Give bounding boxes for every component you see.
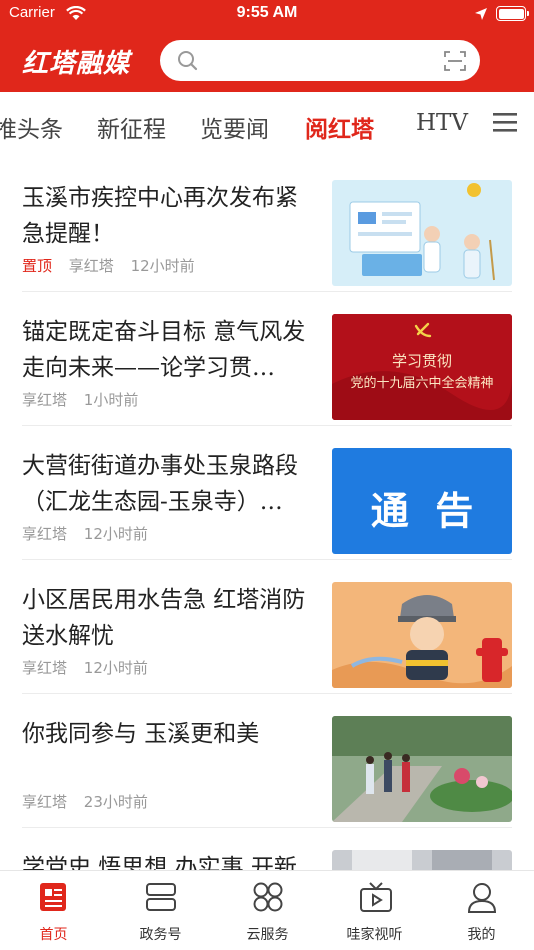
tab-news-overview[interactable]: 览要闻 xyxy=(200,110,269,144)
news-title[interactable]: 大营街街道办事处玉泉路段（汇龙生态园-玉泉寺）… xyxy=(22,448,318,520)
search-input[interactable] xyxy=(204,46,424,75)
news-thumbnail[interactable] xyxy=(332,716,512,822)
thumbnail-caption: 党的十九届六中全会精神 xyxy=(350,376,494,391)
notice-caption: 通 告 xyxy=(370,489,474,533)
tab-headlines[interactable]: 推头条 xyxy=(0,110,63,144)
status-bar: Carrier 9:55 AM xyxy=(0,0,534,28)
news-title[interactable]: 玉溪市疾控中心再次发布紧急提醒！ xyxy=(22,180,318,252)
nav-label: 云服务 xyxy=(246,927,289,943)
nav-label: 我的 xyxy=(467,927,496,943)
news-source: 享红塔 xyxy=(22,659,68,677)
nav-cloud-service[interactable]: 云服务 xyxy=(214,871,321,950)
tv-icon xyxy=(359,881,393,917)
tab-new-journey[interactable]: 新征程 xyxy=(97,110,166,144)
news-item[interactable]: 学党史 悟思想 办实事 开新 xyxy=(22,828,512,870)
menu-icon[interactable] xyxy=(493,112,517,136)
news-source: 享红塔 xyxy=(22,793,68,811)
news-source: 享红塔 xyxy=(22,391,68,409)
news-meta: 享红塔 12小时前 xyxy=(22,523,160,544)
news-title[interactable]: 锚定既定奋斗目标 意气风发走向未来——论学习贯… xyxy=(22,314,318,386)
news-item[interactable]: 锚定既定奋斗目标 意气风发走向未来——论学习贯… 享红塔 1小时前 学习贯彻 党… xyxy=(22,292,512,426)
news-item[interactable]: 小区居民用水告急 红塔消防送水解忧 享红塔 12小时前 xyxy=(22,560,512,694)
news-thumbnail[interactable]: 通 告 xyxy=(332,448,512,554)
app-logo[interactable]: 红塔融媒 xyxy=(22,43,130,80)
nav-label: 哇家视听 xyxy=(346,927,403,943)
battery-icon xyxy=(496,6,529,21)
nav-label: 政务号 xyxy=(139,927,182,943)
government-icon xyxy=(145,881,177,917)
news-time: 23小时前 xyxy=(83,793,148,811)
bottom-tab-bar: 首页 政务号 云服务 哇家视听 我的 xyxy=(0,870,534,950)
search-bar[interactable] xyxy=(160,40,480,81)
news-thumbnail[interactable] xyxy=(332,180,512,286)
news-thumbnail[interactable] xyxy=(332,582,512,688)
news-time: 1小时前 xyxy=(83,391,139,409)
app-header: Carrier 9:55 AM 红塔融媒 xyxy=(0,0,534,92)
news-thumbnail[interactable]: 学习贯彻 党的十九届六中全会精神 xyxy=(332,314,512,420)
news-title[interactable]: 你我同参与 玉溪更和美 xyxy=(22,716,318,752)
news-time: 12小时前 xyxy=(130,257,195,275)
profile-icon xyxy=(466,881,498,917)
news-source: 享红塔 xyxy=(22,525,68,543)
clock: 9:55 AM xyxy=(236,4,298,21)
home-news-icon xyxy=(38,881,68,917)
news-title[interactable]: 小区居民用水告急 红塔消防送水解忧 xyxy=(22,582,318,654)
pinned-badge: 置顶 xyxy=(22,257,53,275)
nav-label: 首页 xyxy=(39,927,68,943)
news-source: 享红塔 xyxy=(68,257,114,275)
tab-read-hongta[interactable]: 阅红塔 xyxy=(305,110,374,144)
category-tabs: 推头条 新征程 览要闻 阅红塔 HTV xyxy=(0,92,534,158)
cloud-service-icon xyxy=(252,881,284,917)
news-list: 玉溪市疾控中心再次发布紧急提醒！ 置顶 享红塔 12小时前 锚定既定奋斗目标 意… xyxy=(0,158,534,870)
news-meta: 置顶 享红塔 12小时前 xyxy=(22,255,207,276)
news-item[interactable]: 你我同参与 玉溪更和美 享红塔 23小时前 xyxy=(22,694,512,828)
nav-tv[interactable]: 哇家视听 xyxy=(321,871,428,950)
news-time: 12小时前 xyxy=(83,525,148,543)
thumbnail-caption: 学习贯彻 xyxy=(391,352,452,370)
news-item[interactable]: 大营街街道办事处玉泉路段（汇龙生态园-玉泉寺）… 享红塔 12小时前 通 告 xyxy=(22,426,512,560)
scan-icon[interactable] xyxy=(444,51,466,75)
news-meta: 享红塔 23小时前 xyxy=(22,791,160,812)
nav-profile[interactable]: 我的 xyxy=(428,871,534,950)
nav-government[interactable]: 政务号 xyxy=(107,871,214,950)
news-item[interactable]: 玉溪市疾控中心再次发布紧急提醒！ 置顶 享红塔 12小时前 xyxy=(22,158,512,292)
news-thumbnail[interactable] xyxy=(332,850,512,870)
news-title[interactable]: 学党史 悟思想 办实事 开新 xyxy=(22,850,318,870)
news-time: 12小时前 xyxy=(83,659,148,677)
news-meta: 享红塔 1小时前 xyxy=(22,389,150,410)
news-meta: 享红塔 12小时前 xyxy=(22,657,160,678)
search-icon[interactable] xyxy=(177,50,199,76)
location-arrow-icon xyxy=(474,6,488,25)
nav-home[interactable]: 首页 xyxy=(0,871,107,950)
tab-htv[interactable]: HTV xyxy=(416,110,468,136)
